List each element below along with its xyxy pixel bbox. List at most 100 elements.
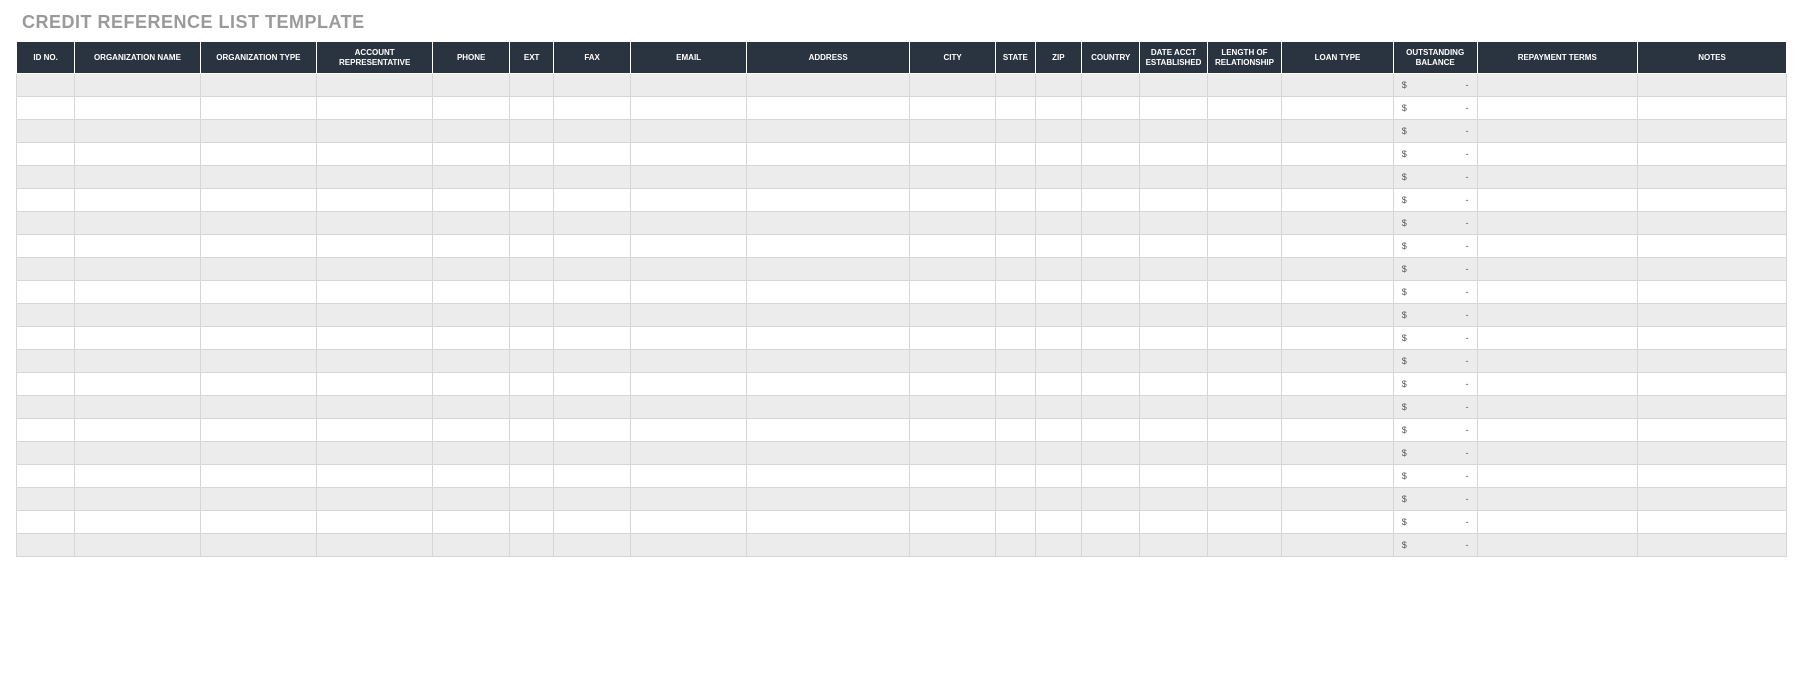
cell-state[interactable] [996,97,1036,120]
cell-state[interactable] [996,534,1036,557]
cell-repay[interactable] [1477,304,1637,327]
cell-country[interactable] [1082,281,1140,304]
cell-email[interactable] [630,534,746,557]
cell-notes[interactable] [1638,166,1787,189]
cell-state[interactable] [996,74,1036,97]
cell-date_acct[interactable] [1140,189,1207,212]
cell-fax[interactable] [554,235,631,258]
cell-email[interactable] [630,258,746,281]
cell-phone[interactable] [433,442,510,465]
cell-acct_rep[interactable] [317,396,433,419]
cell-state[interactable] [996,419,1036,442]
cell-repay[interactable] [1477,442,1637,465]
cell-org_name[interactable] [75,373,201,396]
cell-country[interactable] [1082,419,1140,442]
cell-zip[interactable] [1035,97,1082,120]
cell-country[interactable] [1082,442,1140,465]
cell-org_type[interactable] [200,120,316,143]
cell-fax[interactable] [554,534,631,557]
cell-country[interactable] [1082,258,1140,281]
cell-email[interactable] [630,189,746,212]
cell-email[interactable] [630,120,746,143]
cell-zip[interactable] [1035,396,1082,419]
cell-balance[interactable]: $- [1393,350,1477,373]
cell-length[interactable] [1207,258,1281,281]
cell-repay[interactable] [1477,258,1637,281]
cell-state[interactable] [996,396,1036,419]
cell-loan_type[interactable] [1282,442,1394,465]
cell-phone[interactable] [433,350,510,373]
cell-fax[interactable] [554,373,631,396]
cell-balance[interactable]: $- [1393,97,1477,120]
cell-city[interactable] [910,258,996,281]
cell-fax[interactable] [554,350,631,373]
cell-date_acct[interactable] [1140,143,1207,166]
cell-loan_type[interactable] [1282,212,1394,235]
cell-acct_rep[interactable] [317,465,433,488]
cell-ext[interactable] [510,396,554,419]
cell-date_acct[interactable] [1140,327,1207,350]
cell-loan_type[interactable] [1282,327,1394,350]
cell-loan_type[interactable] [1282,373,1394,396]
cell-date_acct[interactable] [1140,488,1207,511]
cell-fax[interactable] [554,511,631,534]
cell-ext[interactable] [510,281,554,304]
cell-phone[interactable] [433,74,510,97]
cell-city[interactable] [910,534,996,557]
cell-zip[interactable] [1035,212,1082,235]
cell-date_acct[interactable] [1140,304,1207,327]
cell-email[interactable] [630,304,746,327]
cell-country[interactable] [1082,97,1140,120]
cell-country[interactable] [1082,74,1140,97]
cell-date_acct[interactable] [1140,373,1207,396]
cell-zip[interactable] [1035,120,1082,143]
cell-repay[interactable] [1477,120,1637,143]
cell-ext[interactable] [510,442,554,465]
cell-state[interactable] [996,258,1036,281]
cell-city[interactable] [910,488,996,511]
cell-loan_type[interactable] [1282,143,1394,166]
cell-phone[interactable] [433,304,510,327]
cell-org_name[interactable] [75,396,201,419]
cell-fax[interactable] [554,258,631,281]
cell-address[interactable] [747,396,910,419]
cell-date_acct[interactable] [1140,419,1207,442]
cell-repay[interactable] [1477,465,1637,488]
cell-loan_type[interactable] [1282,166,1394,189]
cell-org_name[interactable] [75,350,201,373]
cell-length[interactable] [1207,350,1281,373]
cell-notes[interactable] [1638,396,1787,419]
cell-state[interactable] [996,465,1036,488]
cell-id[interactable] [17,143,75,166]
cell-acct_rep[interactable] [317,281,433,304]
cell-country[interactable] [1082,396,1140,419]
cell-length[interactable] [1207,373,1281,396]
cell-loan_type[interactable] [1282,281,1394,304]
cell-zip[interactable] [1035,488,1082,511]
cell-address[interactable] [747,488,910,511]
cell-zip[interactable] [1035,373,1082,396]
cell-balance[interactable]: $- [1393,120,1477,143]
cell-ext[interactable] [510,488,554,511]
cell-state[interactable] [996,166,1036,189]
cell-org_name[interactable] [75,511,201,534]
cell-id[interactable] [17,258,75,281]
cell-address[interactable] [747,281,910,304]
cell-length[interactable] [1207,327,1281,350]
cell-balance[interactable]: $- [1393,419,1477,442]
cell-length[interactable] [1207,74,1281,97]
cell-city[interactable] [910,304,996,327]
cell-city[interactable] [910,327,996,350]
cell-email[interactable] [630,327,746,350]
cell-org_type[interactable] [200,327,316,350]
cell-repay[interactable] [1477,189,1637,212]
cell-fax[interactable] [554,120,631,143]
cell-balance[interactable]: $- [1393,281,1477,304]
cell-repay[interactable] [1477,511,1637,534]
cell-loan_type[interactable] [1282,350,1394,373]
cell-fax[interactable] [554,465,631,488]
cell-email[interactable] [630,511,746,534]
cell-loan_type[interactable] [1282,396,1394,419]
cell-length[interactable] [1207,189,1281,212]
cell-phone[interactable] [433,511,510,534]
